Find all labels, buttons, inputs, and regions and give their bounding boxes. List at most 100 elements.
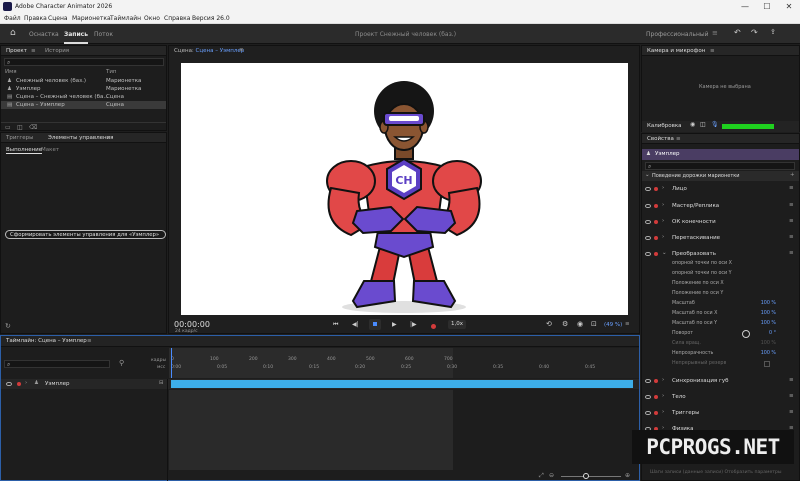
- behavior-visibility-icon[interactable]: [645, 252, 651, 256]
- behavior-menu-icon[interactable]: ≡: [789, 185, 794, 191]
- menu-version[interactable]: Версия 26.0: [192, 15, 230, 22]
- undo-icon[interactable]: ↶: [734, 29, 741, 37]
- transform-param-row[interactable]: опорной точки по оси Y: [642, 270, 799, 279]
- param-value[interactable]: 100 %: [754, 301, 776, 306]
- behavior-menu-icon[interactable]: ≡: [789, 377, 794, 383]
- timeline-zoom[interactable]: ⤢ ⊖ ⊕: [539, 472, 639, 480]
- transform-param-row[interactable]: Непрерывный резерв: [642, 360, 799, 369]
- camera-icon[interactable]: ⚙: [562, 321, 568, 328]
- zoom-level[interactable]: (49 %): [604, 322, 622, 328]
- tab-history[interactable]: История: [45, 48, 69, 54]
- behavior-record-icon[interactable]: [654, 379, 658, 383]
- tab-rig[interactable]: Оснастка: [29, 31, 59, 38]
- expand-right-icon[interactable]: ›: [662, 409, 664, 415]
- redo-icon[interactable]: ↷: [751, 29, 758, 37]
- track-visibility-icon[interactable]: [6, 382, 12, 386]
- minimize-button[interactable]: —: [734, 1, 756, 12]
- share-icon[interactable]: ⇪: [770, 29, 776, 36]
- snap-icon[interactable]: ⚲: [119, 360, 124, 367]
- zoom-slider-thumb[interactable]: [583, 473, 589, 479]
- properties-search[interactable]: ⌕: [645, 162, 795, 170]
- microphone-icon[interactable]: 🎙: [711, 122, 719, 128]
- column-type[interactable]: Тип: [106, 69, 117, 75]
- go-to-start-icon[interactable]: ⏮: [333, 322, 338, 328]
- controls-menu-icon[interactable]: ≡: [106, 135, 111, 141]
- behavior-row[interactable]: ⌄ Преобразовать ≡: [642, 249, 799, 259]
- project-search[interactable]: ⌕: [4, 58, 164, 66]
- param-value[interactable]: 100 %: [754, 321, 776, 326]
- menu-scene[interactable]: Сцена: [48, 15, 68, 22]
- behavior-row[interactable]: › Синхронизация губ ≡: [642, 376, 799, 386]
- track-bar[interactable]: [171, 380, 633, 388]
- zoom-in-icon[interactable]: ⊕: [625, 472, 630, 479]
- speed-button[interactable]: 1,0x: [448, 320, 466, 329]
- tab-record[interactable]: Запись: [64, 31, 89, 44]
- behavior-visibility-icon[interactable]: [645, 187, 651, 191]
- expand-down-icon[interactable]: ⌄: [662, 250, 667, 256]
- behavior-row[interactable]: › Триггеры ≡: [642, 408, 799, 418]
- transform-param-row[interactable]: Масштаб по оси X 100 %: [642, 310, 799, 319]
- eye-camera-icon[interactable]: ◉: [690, 122, 695, 128]
- behavior-record-icon[interactable]: [654, 187, 658, 191]
- project-item[interactable]: ▤ Сцена – Снежный человек (ба... Сцена: [1, 93, 166, 101]
- column-name[interactable]: Имя: [5, 69, 17, 75]
- expand-right-icon[interactable]: ›: [662, 202, 664, 208]
- subtab-perform[interactable]: Выполнение: [6, 147, 43, 154]
- behavior-visibility-icon[interactable]: [645, 204, 651, 208]
- menu-window[interactable]: Окно: [144, 15, 160, 22]
- zoom-out-icon[interactable]: ⊖: [549, 472, 554, 479]
- behavior-row[interactable]: › Мастер/Реплика ≡: [642, 201, 799, 211]
- calibrate-button[interactable]: Калибровка: [647, 123, 682, 129]
- close-button[interactable]: ✕: [778, 1, 800, 12]
- menu-file[interactable]: Файл: [4, 15, 21, 22]
- expand-right-icon[interactable]: ›: [662, 185, 664, 191]
- timeline-ruler[interactable]: 0 100 200 300 400 500 600 700 0:00 0:05 0:10 0:15 0…: [169, 348, 639, 378]
- timeline-menu-icon[interactable]: ≡: [87, 338, 92, 344]
- scene-menu-icon[interactable]: ≡: [239, 47, 244, 53]
- section-collapse-icon[interactable]: ⌄: [645, 172, 650, 178]
- expand-right-icon[interactable]: ›: [662, 234, 664, 240]
- behavior-row[interactable]: › Тело ≡: [642, 392, 799, 402]
- project-item[interactable]: ♟ Уэмплер Марионетка: [1, 85, 166, 93]
- track-expand-icon[interactable]: ›: [25, 380, 27, 386]
- timeline-search[interactable]: ⌕: [4, 360, 110, 368]
- checkbox[interactable]: [764, 361, 770, 367]
- track-record-icon[interactable]: [17, 382, 21, 386]
- project-item[interactable]: ♟ Снежный человек (баз.) Марионетка: [1, 77, 166, 85]
- behavior-visibility-icon[interactable]: [645, 220, 651, 224]
- behavior-record-icon[interactable]: [654, 395, 658, 399]
- behavior-visibility-icon[interactable]: [645, 379, 651, 383]
- track-lock-icon[interactable]: ⊟: [159, 380, 164, 386]
- behaviors-section[interactable]: ⌄ Поведение дорожки марионетки +: [642, 171, 799, 181]
- timecode[interactable]: 00:00:00: [174, 320, 210, 329]
- generate-controls-button[interactable]: Сформировать элементы управления для «Уэ…: [5, 230, 166, 239]
- play-icon[interactable]: ▶: [392, 322, 397, 328]
- tab-triggers[interactable]: Триггеры: [6, 135, 33, 141]
- behavior-record-icon[interactable]: [654, 204, 658, 208]
- behavior-record-icon[interactable]: [654, 236, 658, 240]
- behavior-menu-icon[interactable]: ≡: [789, 234, 794, 240]
- behavior-row[interactable]: › ОК конечности ≡: [642, 217, 799, 227]
- camera-toggle-icon[interactable]: ◫: [700, 122, 706, 128]
- behavior-menu-icon[interactable]: ≡: [789, 409, 794, 415]
- param-value[interactable]: 0 °: [754, 331, 776, 336]
- new-item-icon[interactable]: ◫: [17, 124, 23, 131]
- transform-param-row[interactable]: Поворот 0 °: [642, 330, 799, 339]
- transform-param-row[interactable]: Положение по оси X: [642, 280, 799, 289]
- tab-history-menu[interactable]: ≡: [31, 48, 36, 54]
- behavior-visibility-icon[interactable]: [645, 395, 651, 399]
- menu-edit[interactable]: Правка: [24, 15, 47, 22]
- trash-icon[interactable]: ⌫: [29, 124, 37, 131]
- behavior-record-icon[interactable]: [654, 411, 658, 415]
- behavior-menu-icon[interactable]: ≡: [789, 393, 794, 399]
- transform-param-row[interactable]: опорной точки по оси X: [642, 260, 799, 269]
- tab-controls[interactable]: Элементы управления: [48, 135, 114, 141]
- tab-project[interactable]: Проект: [6, 48, 27, 54]
- expand-right-icon[interactable]: ›: [662, 393, 664, 399]
- workspace-menu-icon[interactable]: ≡: [712, 30, 718, 37]
- behavior-menu-icon[interactable]: ≡: [789, 202, 794, 208]
- behavior-record-icon[interactable]: [654, 252, 658, 256]
- workspace-label[interactable]: Профессиональный: [646, 31, 709, 38]
- loop-icon[interactable]: ⟲: [546, 321, 552, 328]
- record-icon[interactable]: [431, 324, 436, 329]
